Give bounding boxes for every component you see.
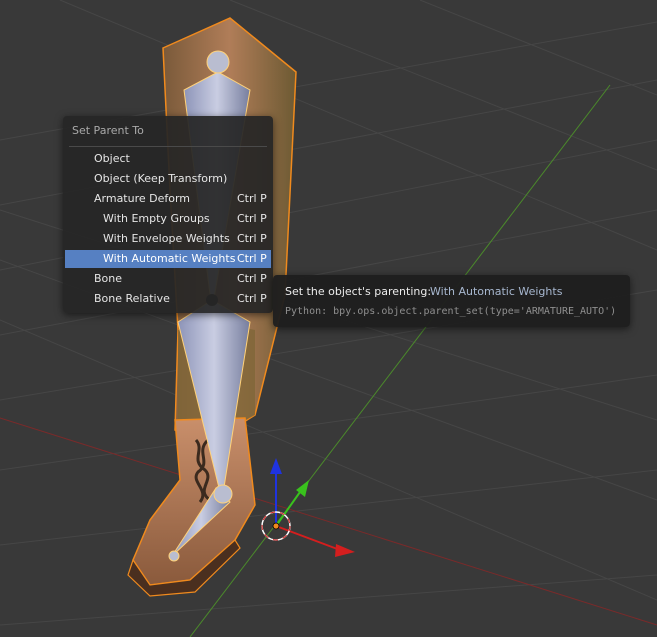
menu-item-object-keep-transform[interactable]: Object (Keep Transform): [65, 170, 271, 188]
menu-item-with-envelope-weights[interactable]: With Envelope Weights Ctrl P: [65, 230, 271, 248]
menu-separator: [69, 146, 267, 147]
menu-item-object[interactable]: Object: [65, 150, 271, 168]
menu-item-label: With Empty Groups: [103, 212, 210, 225]
menu-item-label: Object: [94, 152, 130, 165]
menu-item-bone[interactable]: Bone Ctrl P: [65, 270, 271, 288]
menu-item-armature-deform[interactable]: Armature Deform Ctrl P: [65, 190, 271, 208]
menu-item-shortcut: Ctrl P: [237, 252, 267, 265]
transform-gizmo-icon[interactable]: [261, 458, 355, 557]
set-parent-menu: Set Parent To Object Object (Keep Transf…: [63, 116, 273, 313]
menu-item-shortcut: Ctrl P: [237, 272, 267, 285]
tooltip-python-path: Python: bpy.ops.object.parent_set(type='…: [285, 306, 617, 317]
menu-item-shortcut: Ctrl P: [237, 212, 267, 225]
menu-item-label: Armature Deform: [94, 192, 191, 205]
menu-item-with-automatic-weights[interactable]: With Automatic Weights Ctrl P: [65, 250, 271, 268]
x-axis-line: [0, 417, 657, 626]
menu-item-label: With Automatic Weights: [103, 252, 236, 265]
menu-title: Set Parent To: [72, 124, 144, 137]
menu-item-with-empty-groups[interactable]: With Empty Groups Ctrl P: [65, 210, 271, 228]
menu-item-label: Bone Relative: [94, 292, 170, 305]
menu-item-shortcut: Ctrl P: [237, 192, 267, 205]
tooltip-description: Set the object's parenting:: [285, 285, 432, 298]
tooltip-value: With Automatic Weights: [430, 285, 563, 298]
menu-item-label: Bone: [94, 272, 123, 285]
menu-item-shortcut: Ctrl P: [237, 292, 267, 305]
menu-item-label: Object (Keep Transform): [94, 172, 228, 185]
3d-viewport[interactable]: Set Parent To Object Object (Keep Transf…: [0, 0, 657, 637]
menu-item-bone-relative[interactable]: Bone Relative Ctrl P: [65, 290, 271, 308]
menu-item-label: With Envelope Weights: [103, 232, 230, 245]
operator-tooltip: Set the object's parenting: With Automat…: [273, 275, 630, 327]
menu-item-shortcut: Ctrl P: [237, 232, 267, 245]
